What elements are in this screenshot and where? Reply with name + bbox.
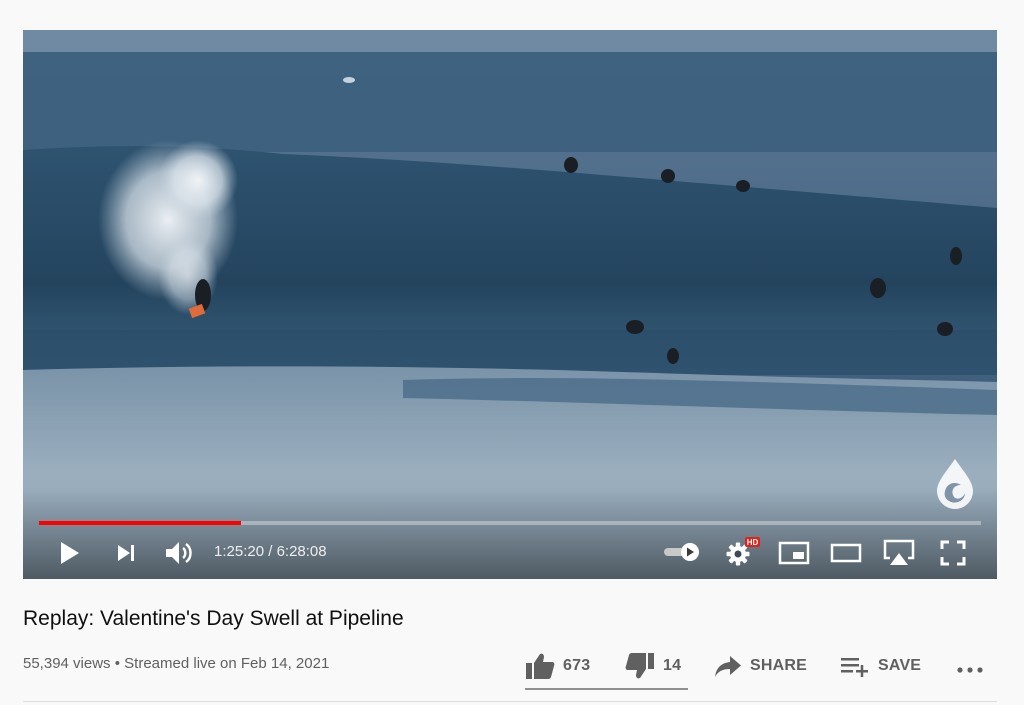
channel-watermark-icon[interactable] [933,457,977,509]
more-horiz-icon [957,667,983,673]
streamed-date: Streamed live on Feb 14, 2021 [124,655,330,672]
thumbs-up-icon [526,653,555,679]
share-label: SHARE [750,657,808,674]
meta-bullet: • [110,655,125,672]
dislike-count: 14 [663,657,682,674]
fullscreen-icon [940,540,966,566]
hd-badge: HD [747,538,759,547]
progress-bar[interactable] [39,521,981,525]
video-player[interactable]: 1:25:20 / 6:28:08 HD [23,30,997,579]
duration: 6:28:08 [276,543,327,560]
theater-icon [830,543,862,563]
like-count: 673 [563,657,591,674]
time-display: 1:25:20 / 6:28:08 [214,542,327,562]
save-label: SAVE [878,657,922,674]
settings-button[interactable]: HD [725,536,761,568]
next-button[interactable] [113,540,139,566]
divider [23,701,997,702]
video-title: Replay: Valentine's Day Swell at Pipelin… [23,607,404,630]
video-meta: 55,394 views • Streamed live on Feb 14, … [23,654,329,674]
fullscreen-button[interactable] [937,538,969,568]
airplay-icon [883,539,915,565]
airplay-button[interactable] [881,537,917,569]
like-button[interactable]: 673 [525,652,590,680]
mute-button[interactable] [163,538,195,568]
progress-played [39,521,241,525]
view-count: 55,394 views [23,655,111,672]
theater-mode-button[interactable] [829,539,863,567]
settings-icon: HD [726,537,760,566]
dislike-button[interactable]: 14 [625,652,681,680]
autoplay-toggle[interactable] [661,540,703,564]
volume-icon [166,542,192,564]
play-button[interactable] [55,540,85,566]
share-button[interactable]: SHARE [714,652,807,680]
more-actions-button[interactable] [955,652,985,680]
current-time: 1:25:20 [214,543,265,560]
save-button[interactable]: SAVE [840,652,921,680]
miniplayer-icon [778,541,810,565]
like-ratio-bar [525,688,688,690]
add-to-playlist-icon [841,658,868,677]
thumbs-down-icon [625,653,654,679]
time-separator: / [264,543,277,560]
miniplayer-button[interactable] [777,539,811,567]
share-icon [715,656,741,677]
autoplay-toggle-icon [664,543,699,561]
next-icon [118,545,134,561]
play-icon [61,542,79,564]
